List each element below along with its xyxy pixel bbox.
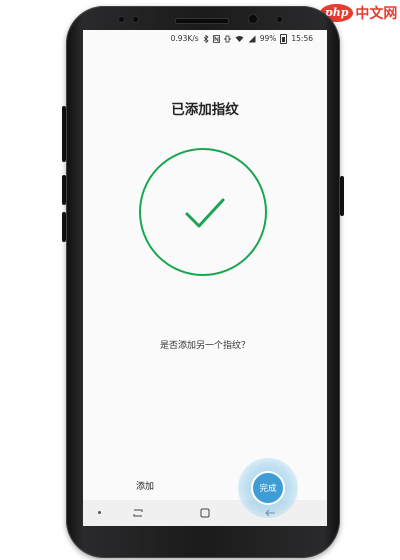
status-bar: 0.93K/s 99% 15:56 [83, 30, 327, 47]
clock: 15:56 [291, 34, 313, 43]
bluetooth-icon [203, 34, 209, 43]
nav-dot-icon [98, 511, 101, 514]
checkmark-icon [185, 198, 225, 228]
power-button [340, 176, 344, 216]
wifi-icon [235, 35, 244, 42]
battery-percent: 99% [259, 34, 277, 43]
signal-icon [248, 35, 256, 42]
home-icon [200, 508, 210, 518]
page-title: 已添加指纹 [171, 102, 239, 118]
recent-apps-button[interactable] [128, 504, 148, 522]
logo-text: 中文网 [355, 6, 398, 22]
home-button[interactable] [195, 504, 215, 522]
vibrate-icon [224, 35, 231, 42]
sensor-icon [118, 16, 125, 23]
sensor-icon [276, 16, 283, 23]
front-camera-icon [248, 14, 258, 24]
earpiece [175, 18, 229, 24]
done-button[interactable]: 完成 [251, 471, 285, 505]
nfc-icon [212, 34, 220, 43]
recent-apps-icon [133, 509, 143, 517]
battery-icon [280, 33, 288, 44]
phone-screen: 0.93K/s 99% 15:56 已添加指纹 是否添加另一个指纹？ 添加 [83, 30, 327, 526]
sensor-icon [132, 16, 139, 23]
success-circle [139, 148, 267, 276]
add-another-prompt: 是否添加另一个指纹？ [159, 341, 250, 351]
add-button[interactable]: 添加 [123, 478, 167, 496]
network-speed: 0.93K/s [170, 34, 199, 43]
